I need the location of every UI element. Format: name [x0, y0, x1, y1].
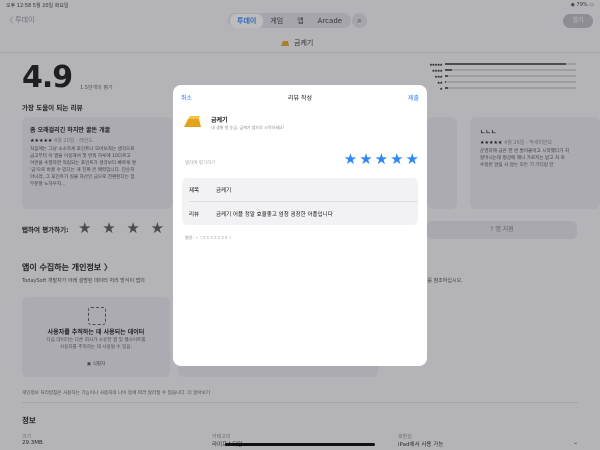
star-2-icon[interactable]: ★	[359, 152, 372, 167]
review-field[interactable]: 리뷰 금케기 어플 정말 효율좋고 엄청 굉장한 어플입니다	[182, 202, 418, 225]
sheet-title: 리뷰 작성	[288, 95, 312, 102]
title-field-label: 제목	[189, 188, 200, 194]
title-field-input[interactable]: 금케기	[216, 186, 231, 194]
review-field-label: 리뷰	[189, 212, 200, 218]
gold-bar-icon	[184, 116, 201, 127]
review-field-input[interactable]: 금케기 어플 정말 효율좋고 엄청 굉장한 어플입니다	[216, 210, 333, 218]
cancel-button[interactable]: 취소	[181, 93, 192, 102]
rating-stars: ★ ★ ★ ★ ★	[344, 152, 419, 167]
sheet-app-subtitle: 내 생애 첫 순금, 금케기 앱으로 시작하세요!	[211, 125, 285, 130]
star-3-icon[interactable]: ★	[375, 152, 388, 167]
star-1-icon[interactable]: ★	[344, 152, 357, 167]
star-5-icon[interactable]: ★	[406, 152, 419, 167]
tap-to-rate-hint: 탭하여 평가하기	[185, 161, 216, 166]
write-review-sheet: 리뷰 작성 취소 제출 금케기 내 생애 첫 순금, 금케기 앱으로 시작하세요…	[173, 85, 427, 366]
star-4-icon[interactable]: ★	[390, 152, 403, 167]
home-indicator	[225, 443, 375, 446]
sheet-app-name: 금케기	[211, 117, 228, 124]
title-field[interactable]: 제목 금케기	[182, 178, 418, 201]
nickname-link[interactable]: 별명: ㅅㄱㅎㅎㅎㅎㅎㅎㅎ 〉	[185, 235, 233, 241]
review-form: 제목 금케기 리뷰 금케기 어플 정말 효율좋고 엄청 굉장한 어플입니다	[182, 178, 418, 225]
submit-button[interactable]: 제출	[408, 93, 419, 102]
